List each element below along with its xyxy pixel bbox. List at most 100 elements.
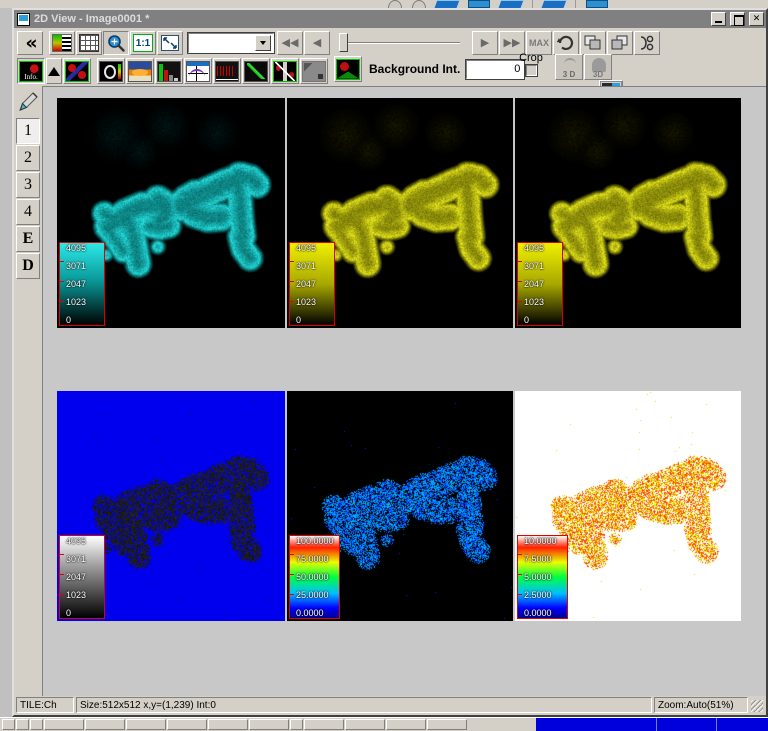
minimize-button[interactable] — [711, 12, 726, 26]
image-panel-channel-2-yellow[interactable]: 4095 3071 2047 1023 0 — [287, 98, 513, 328]
sidebar-item-e[interactable]: E — [16, 226, 40, 252]
cb5-l4: 0.0000 — [296, 608, 324, 618]
taskbar-window-area[interactable] — [536, 718, 768, 731]
zoom-tool-button[interactable] — [103, 31, 129, 55]
sidebar-item-d[interactable]: D — [16, 253, 40, 279]
taskbar-item[interactable] — [167, 719, 207, 730]
taskbar-item[interactable] — [249, 719, 289, 730]
panel-3-colorbar-labels: 4095 3071 2047 1023 0 — [518, 243, 562, 325]
fit-to-window-button[interactable] — [157, 31, 183, 55]
crop-checkbox[interactable] — [524, 64, 538, 77]
cb1-l0: 4095 — [66, 243, 87, 253]
tile-grid-button[interactable] — [76, 31, 102, 55]
taskbar-item[interactable] — [208, 719, 248, 730]
rewind-button[interactable]: ◀◀ — [277, 31, 303, 55]
parent-clock2-icon[interactable] — [412, 0, 426, 8]
sidebar-label-1: 1 — [24, 122, 32, 139]
sidebar-item-2[interactable]: 2 — [16, 145, 40, 171]
image-panel-intensity-map-dark[interactable]: 100.0000 75.0000 50.0000 25.0000 0.0000 — [287, 391, 513, 621]
view-3d-button[interactable]: 3 D — [555, 54, 583, 80]
histogram-button[interactable] — [155, 58, 183, 84]
ratio-button[interactable] — [271, 58, 299, 84]
image-panel-intensity-map-light[interactable]: 10.0000 7.5000 5.0000 2.5000 0.0000 — [515, 391, 741, 621]
cb2-l4: 0 — [296, 315, 302, 325]
parent-toolbar-separator — [532, 0, 533, 8]
taskbar-item[interactable] — [345, 719, 385, 730]
window-title-bar[interactable]: 2D View - Image0001 * ✕ — [14, 10, 766, 28]
cb3-l4: 0 — [524, 315, 530, 325]
info-button[interactable]: Info. — [17, 58, 45, 84]
taskbar-item[interactable] — [2, 719, 15, 730]
background-subtract-button[interactable] — [334, 56, 362, 82]
cb4-l1: 3071 — [66, 554, 87, 564]
taskbar-item[interactable] — [304, 719, 344, 730]
toolbar-row-primary: « 1:1 ◀◀ ◀ ▶ ▶▶ MAX — [14, 30, 766, 56]
gradient-button[interactable] — [300, 58, 328, 84]
cb6-l2: 5.0000 — [524, 572, 552, 582]
taskbar-item[interactable] — [427, 719, 467, 730]
surface-plot-icon — [128, 60, 152, 82]
crop-label: Crop — [519, 52, 543, 64]
parent-slide-icon-2[interactable] — [498, 0, 524, 8]
parent-toolbar-separator-2 — [575, 0, 576, 8]
tile-front-button[interactable] — [580, 31, 606, 55]
tile-back-icon — [611, 35, 628, 50]
image-panel-mask-overlay-blue[interactable]: 4095 3071 2047 1023 0 — [57, 391, 285, 621]
chevron-down-icon[interactable] — [255, 35, 271, 51]
parent-monitor2-icon[interactable] — [586, 0, 608, 8]
pencil-tool-button[interactable] — [16, 88, 40, 114]
tile-back-button[interactable] — [607, 31, 633, 55]
line-profile-button[interactable] — [213, 58, 241, 84]
image-panel-channel-merge-yellow[interactable]: 4095 3071 2047 1023 0 — [515, 98, 741, 328]
scatter-plot-button[interactable] — [242, 58, 270, 84]
sidebar-item-3[interactable]: 3 — [16, 172, 40, 198]
previous-frame-button[interactable]: ◀ — [304, 31, 330, 55]
split-channels-button[interactable] — [634, 31, 660, 55]
close-button[interactable]: ✕ — [749, 12, 764, 26]
frame-slider[interactable] — [339, 32, 464, 54]
crosshair-profile-button[interactable] — [184, 58, 212, 84]
circle-roi-button[interactable] — [97, 58, 125, 84]
actual-size-button[interactable]: 1:1 — [130, 31, 156, 55]
view-3d-alt-button[interactable]: 3D — [584, 54, 612, 80]
status-zoom-field: Zoom:Auto(51%) — [654, 697, 748, 713]
scatter-plot-icon — [244, 60, 268, 82]
two-d-view-window: 2D View - Image0001 * ✕ « 1:1 ◀◀ ◀ ▶ ▶▶ … — [12, 8, 768, 717]
resize-grip[interactable] — [750, 697, 764, 713]
zoom-level-combobox[interactable] — [187, 32, 275, 54]
sidebar-item-4[interactable]: 4 — [16, 199, 40, 225]
taskbar-item[interactable] — [44, 719, 84, 730]
taskbar-item[interactable] — [16, 719, 29, 730]
loop-playback-button[interactable] — [553, 31, 579, 55]
maximize-button[interactable] — [730, 12, 745, 26]
crop-group: Crop — [511, 52, 551, 77]
split-channels-icon — [640, 35, 654, 51]
cb5-l0: 100.0000 — [296, 536, 334, 546]
cb4-l0: 4095 — [66, 536, 87, 546]
sidebar-label-2: 2 — [24, 149, 32, 166]
parent-monitor-icon[interactable] — [468, 0, 490, 8]
cb6-l1: 7.5000 — [524, 554, 552, 564]
up-triangle-button[interactable] — [46, 58, 62, 84]
taskbar-item[interactable] — [290, 719, 303, 730]
lut-bars-button[interactable] — [49, 31, 75, 55]
slider-thumb[interactable] — [339, 33, 348, 52]
sidebar-item-1[interactable]: 1 — [16, 118, 40, 144]
parent-slide-icon-1[interactable] — [434, 0, 460, 8]
image-panel-channel-1-cyan[interactable]: 4095 3071 2047 1023 0 — [57, 98, 285, 328]
toolbar-area: « 1:1 ◀◀ ◀ ▶ ▶▶ MAX Info. Background Int… — [14, 28, 766, 102]
collapse-toolbar-button[interactable]: « — [17, 31, 43, 55]
crosshair-profile-icon — [186, 60, 210, 82]
parent-clock-icon[interactable] — [388, 0, 402, 8]
channel-overlay-button[interactable] — [63, 58, 91, 84]
sidebar-label-3: 3 — [24, 176, 32, 193]
play-button[interactable]: ▶ — [472, 31, 498, 55]
parent-slide-icon-3[interactable] — [541, 0, 567, 8]
taskbar-item[interactable] — [386, 719, 426, 730]
taskbar-item[interactable] — [30, 719, 43, 730]
taskbar-item[interactable] — [126, 719, 166, 730]
taskbar-item[interactable] — [85, 719, 125, 730]
image-canvas[interactable]: 4095 3071 2047 1023 0 4095 3071 2047 102… — [42, 86, 766, 696]
line-profile-icon — [215, 60, 239, 82]
surface-plot-button[interactable] — [126, 58, 154, 84]
